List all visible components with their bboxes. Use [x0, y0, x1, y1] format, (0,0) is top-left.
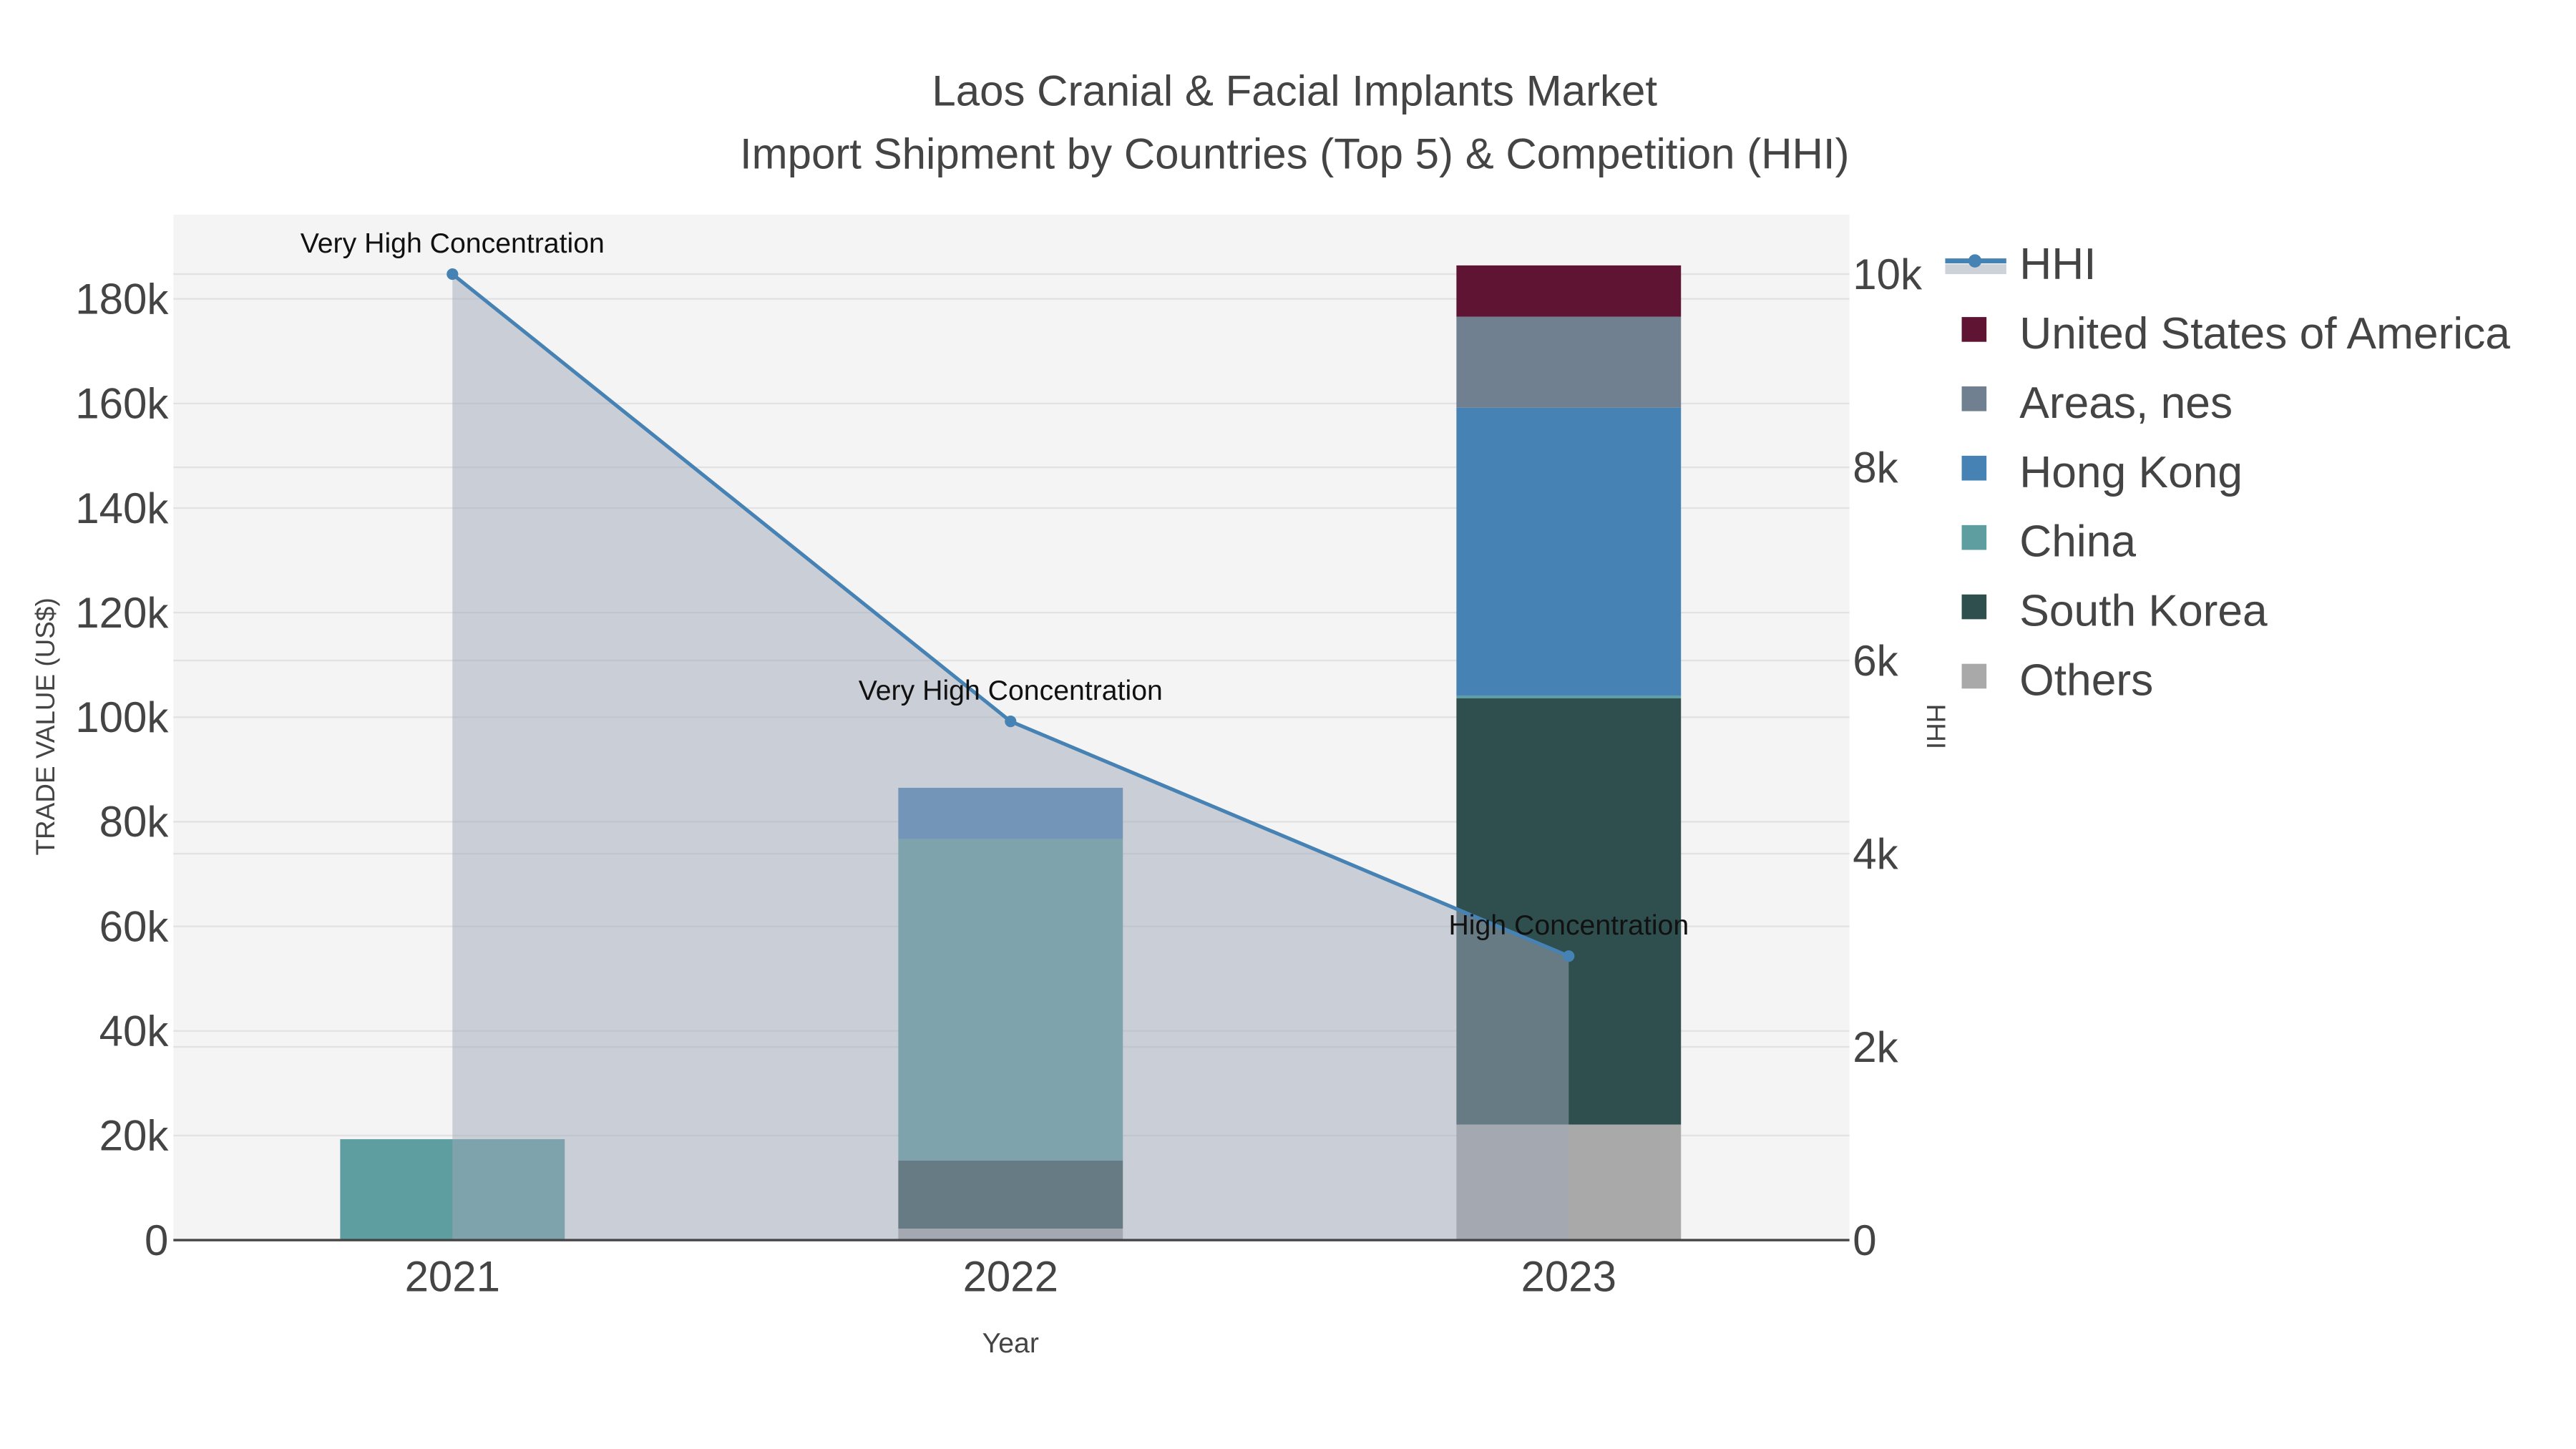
legend-label: Hong Kong	[2019, 448, 2243, 497]
y-tick-label: 80k	[99, 798, 170, 846]
legend-swatch	[1961, 455, 1987, 481]
hhi-annotation: Very High Concentration	[301, 228, 605, 259]
legend-item-others[interactable]: Others	[1961, 656, 2154, 706]
legend-swatch	[1961, 594, 1987, 620]
legend-item-south-korea[interactable]: South Korea	[1961, 587, 2268, 636]
y-tick-label: 160k	[75, 380, 169, 428]
y2-tick-label: 6k	[1853, 637, 1898, 685]
legend-label: China	[2019, 517, 2136, 567]
bar-areas-nes-2023[interactable]	[1456, 316, 1682, 408]
legend-label: HHI	[2019, 240, 2096, 289]
legend-item-united-states-of-america[interactable]: United States of America	[1961, 309, 2511, 358]
legend-item-china[interactable]: China	[1961, 517, 2137, 567]
y-tick-label: 40k	[99, 1008, 170, 1055]
y-tick-label: 100k	[75, 693, 169, 741]
x-tick-label: 2023	[1521, 1253, 1616, 1301]
legend-label: South Korea	[2019, 587, 2268, 636]
legend-item-areas-nes[interactable]: Areas, nes	[1961, 379, 2233, 428]
bar-china-2023[interactable]	[1456, 696, 1682, 699]
bar-united-states-of-america-2023[interactable]	[1456, 265, 1682, 317]
y-tick-label: 180k	[75, 275, 169, 323]
y2-axis-title: HHI	[1921, 704, 1951, 750]
legend-label: United States of America	[2019, 309, 2510, 358]
legend-marker	[1968, 254, 1982, 268]
legend-label: Areas, nes	[2019, 379, 2233, 428]
legend-swatch	[1961, 317, 1987, 342]
x-tick-label: 2021	[405, 1253, 500, 1301]
y-tick-label: 120k	[75, 589, 169, 637]
legend-label: Others	[2019, 656, 2153, 706]
y-tick-label: 140k	[75, 484, 169, 532]
hhi-point-2023[interactable]	[1563, 950, 1575, 962]
hhi-import-chart: Laos Cranial & Facial Implants Market Im…	[31, 67, 2511, 1359]
legend-item-hong-kong[interactable]: Hong Kong	[1961, 448, 2243, 497]
legend-swatch	[1961, 525, 1987, 550]
legend-item-hhi[interactable]: HHI	[1945, 240, 2097, 289]
y-tick-label: 0	[145, 1216, 168, 1264]
hhi-annotation: Very High Concentration	[859, 675, 1163, 706]
y-axis-title: TRADE VALUE (US$)	[31, 597, 60, 855]
y2-tick-label: 8k	[1853, 444, 1898, 492]
x-tick-label: 2022	[963, 1253, 1058, 1301]
y2-tick-label: 4k	[1853, 830, 1898, 878]
y2-tick-label: 2k	[1853, 1023, 1898, 1071]
bar-hong-kong-2023[interactable]	[1456, 407, 1682, 696]
y2-tick-label: 10k	[1853, 250, 1923, 298]
legend-swatch	[1961, 663, 1987, 689]
hhi-point-2022[interactable]	[1005, 716, 1017, 728]
legend-swatch	[1961, 386, 1987, 411]
y2-tick-label: 0	[1853, 1216, 1876, 1264]
y-tick-label: 60k	[99, 902, 170, 950]
chart-subtitle: Import Shipment by Countries (Top 5) & C…	[740, 130, 1850, 177]
hhi-annotation: High Concentration	[1448, 909, 1689, 941]
y-tick-label: 20k	[99, 1112, 170, 1160]
x-axis-title: Year	[982, 1327, 1039, 1359]
chart-title: Laos Cranial & Facial Implants Market	[932, 67, 1657, 115]
hhi-point-2021[interactable]	[447, 268, 459, 280]
